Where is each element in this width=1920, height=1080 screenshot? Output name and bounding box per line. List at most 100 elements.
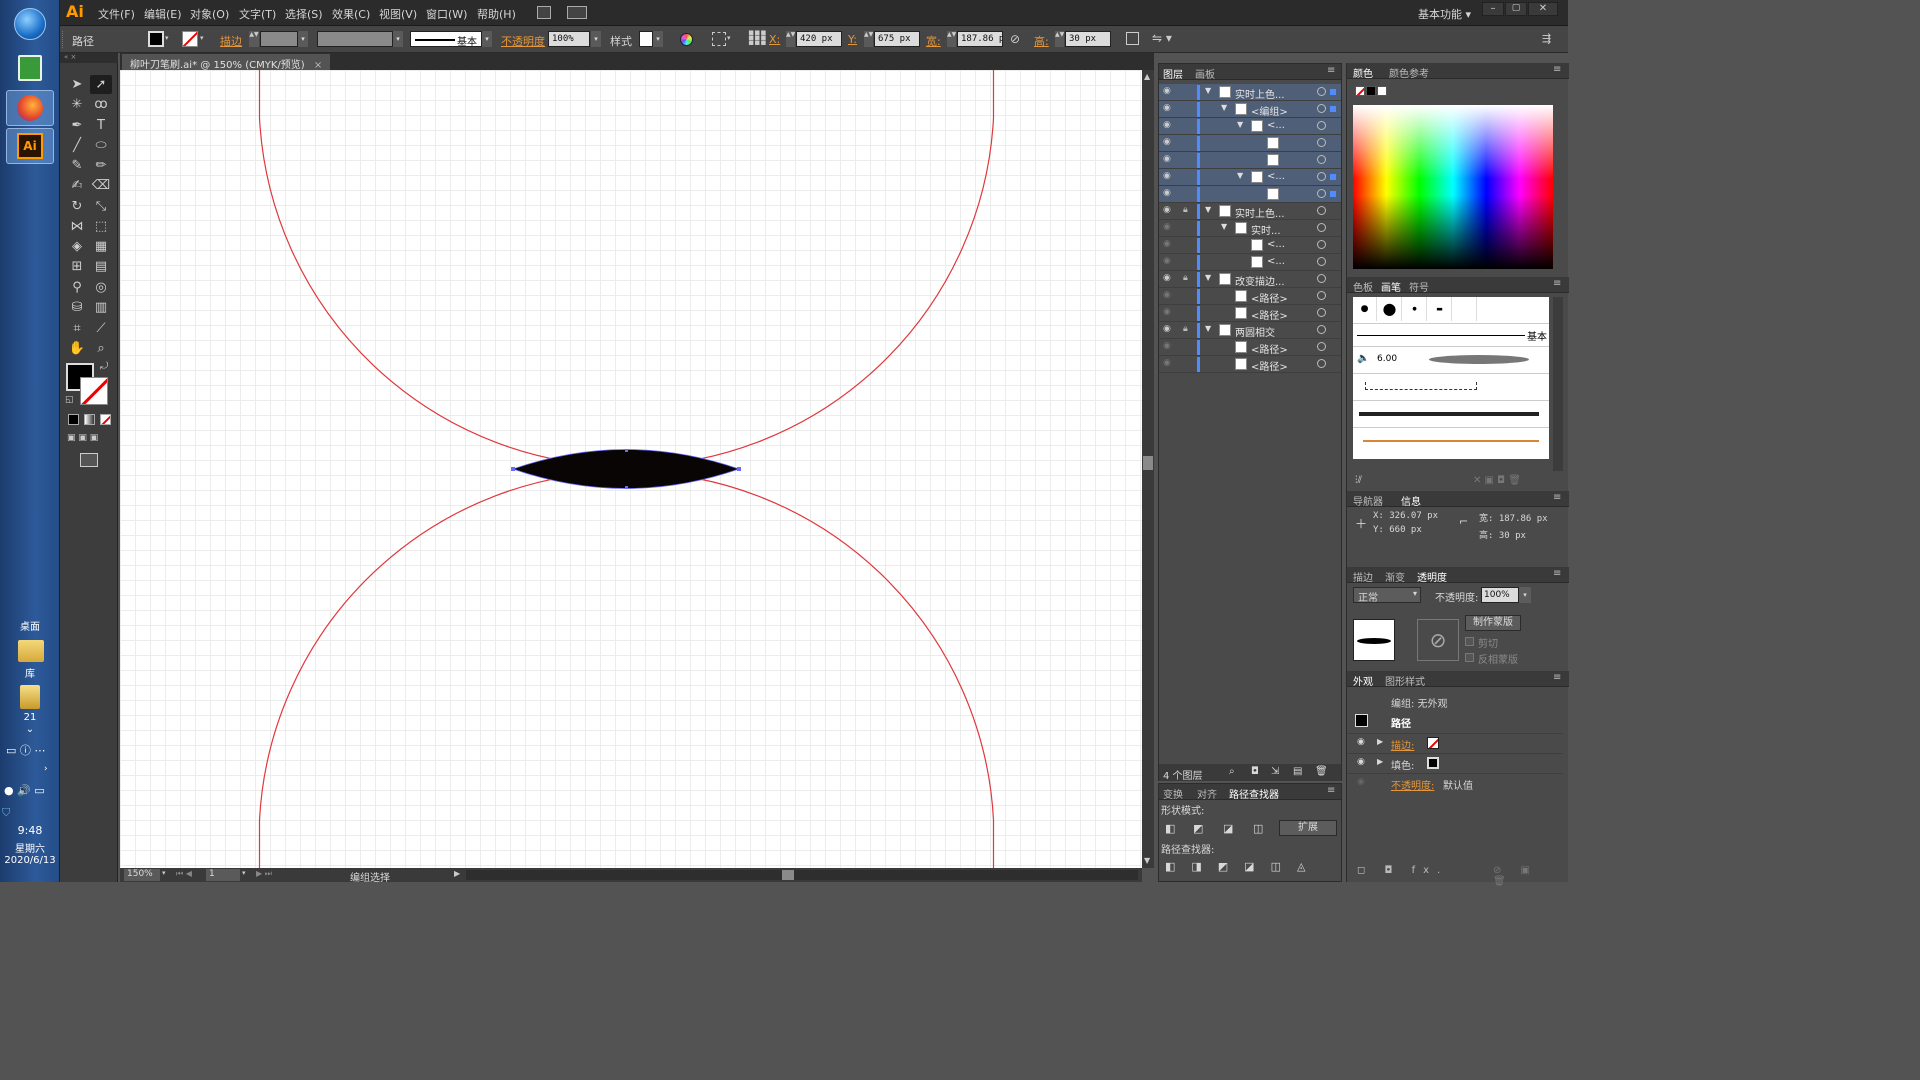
scroll-up-arrow[interactable]: ▲ [1144,72,1150,81]
layer-name[interactable]: <... [1267,171,1285,182]
transparency-panel-menu-icon[interactable]: ≡ [1553,568,1561,579]
expand-triangle-icon[interactable]: ▼ [1205,273,1211,282]
symbol-sprayer-tool-icon[interactable]: ⛁ [66,298,88,317]
menu-effect[interactable]: 效果(C) [332,6,370,22]
expand-triangle-icon[interactable]: ▼ [1205,86,1211,95]
layer-row[interactable]: ◉ ▼ 实时上色... [1159,84,1341,101]
y-stepper[interactable]: ▲▼ [864,31,873,47]
layer-name[interactable]: <路径> [1251,341,1288,356]
column-graph-tool-icon[interactable]: ▥ [90,298,112,317]
stroke-color-box[interactable] [80,377,108,405]
appearance-fill-swatch[interactable] [1427,757,1439,769]
brush-panel-menu-icon[interactable]: ≡ [1553,278,1561,289]
variable-width-profile[interactable] [317,31,393,47]
expand-triangle-icon[interactable]: ▼ [1221,222,1227,231]
tray-expand-icon[interactable]: › [44,764,48,774]
brush-dotted-row[interactable] [1353,373,1549,399]
close-button[interactable]: ✕ [1528,2,1558,16]
layer-row[interactable]: ◉ 🔒︎ ▼ 实时上色... [1159,203,1341,220]
selection-tool-icon[interactable]: ➤ [66,75,88,94]
shield-icon[interactable]: ⛉ [2,806,10,820]
lower-circle-path[interactable] [258,471,995,868]
target-circle-icon[interactable] [1317,359,1326,368]
visibility-eye-icon[interactable]: ◉ [1163,188,1171,198]
clip-checkbox[interactable] [1465,637,1474,646]
visibility-eye-icon[interactable]: ◉ [1163,205,1171,215]
screen-mode-icon[interactable] [80,453,98,467]
constrain-proportions-icon[interactable]: ⊘ [1010,32,1020,46]
minus-front-icon[interactable]: ◩ [1193,822,1203,835]
stroke-visibility-eye-icon[interactable]: ◉ [1357,737,1365,747]
opacity-dropdown[interactable]: ▾ [591,31,601,47]
taskbar-app-firefox[interactable] [6,90,54,126]
layer-row[interactable]: ◉ ▼ <... [1159,118,1341,135]
fill-visibility-eye-icon[interactable]: ◉ [1357,757,1365,767]
appearance-footer-icons[interactable]: ◻ ◘ fx. [1357,865,1448,876]
tab-artboards[interactable]: 画板 [1195,66,1215,81]
swap-fill-stroke-icon[interactable]: ⤾ [100,361,108,372]
pathfinder-menu-icon[interactable]: ≡ [1327,785,1335,796]
visibility-eye-icon[interactable]: ◉ [1163,171,1171,181]
selection-indicator[interactable] [1330,89,1336,95]
target-circle-icon[interactable] [1317,206,1326,215]
anchor-point-left[interactable] [511,467,515,471]
layer-name[interactable]: 改变描边... [1235,273,1285,288]
leaf-shape-path[interactable] [511,449,741,489]
brush-dot-oval[interactable]: ▬ [1428,297,1452,321]
blob-brush-tool-icon[interactable]: ✍ [66,176,88,195]
expand-triangle-icon[interactable]: ▼ [1205,324,1211,333]
menu-object[interactable]: 对象(O) [190,6,229,22]
tab-pathfinder[interactable]: 路径查找器 [1229,786,1279,801]
layer-name[interactable]: <编组> [1251,103,1288,118]
expand-triangle-icon[interactable]: ▼ [1237,171,1243,180]
scale-tool-icon[interactable]: ⤡ [90,197,112,216]
brush-dot-empty[interactable] [1453,297,1477,321]
white-swatch-mini[interactable] [1377,86,1387,96]
scroll-thumb[interactable] [1143,456,1153,470]
opacity-label[interactable]: 不透明度 [501,33,545,49]
start-button[interactable] [14,8,46,40]
align-dropdown-icon[interactable]: ▾ [727,34,731,42]
layer-name[interactable]: <... [1267,256,1285,267]
pathfinder-buttons[interactable]: ◧◨◩◪◫◬ [1165,860,1321,873]
gradient-tool-icon[interactable]: ▤ [90,257,112,276]
anchor-point-top[interactable] [625,449,628,452]
target-circle-icon[interactable] [1317,87,1326,96]
new-sublayer-icon[interactable]: ⇲ [1271,766,1279,777]
panel-menu-icon[interactable]: ⇶ [1542,32,1551,45]
x-field[interactable]: 420 px [796,31,842,47]
workspace-switcher[interactable]: 基本功能 ▾ [1418,6,1471,22]
hand-tool-icon[interactable]: ✋ [66,339,88,358]
brush-calligraphic-row[interactable]: 🔈 6.00 [1353,346,1549,372]
visibility-eye-icon[interactable]: ◉ [1163,273,1171,283]
menu-help[interactable]: 帮助(H) [477,6,516,22]
lasso-tool-icon[interactable]: ꝏ [90,95,112,114]
horizontal-scrollbar[interactable] [466,870,1138,880]
delete-layer-icon[interactable]: 🗑 [1315,766,1328,777]
target-circle-icon[interactable] [1317,342,1326,351]
brush-definition[interactable]: 基本 [410,31,482,48]
appearance-stroke-swatch[interactable] [1427,737,1439,749]
line-tool-icon[interactable]: ╱ [66,136,88,155]
desktop-label[interactable]: 桌面 [0,618,60,633]
expand-button[interactable]: 扩展 [1279,820,1337,836]
magic-wand-tool-icon[interactable]: ✳ [66,95,88,114]
object-thumbnail[interactable] [1353,619,1395,661]
layer-name[interactable]: <路径> [1251,307,1288,322]
stroke-swatch[interactable] [182,31,198,47]
fill-expand-icon[interactable]: ▶ [1377,757,1383,766]
minimize-button[interactable]: – [1482,2,1504,16]
scroll-down-arrow[interactable]: ▼ [1144,856,1150,865]
transparency-opacity-dropdown[interactable]: ▾ [1519,587,1531,603]
visibility-eye-icon[interactable]: ◉ [1163,120,1171,130]
brush-dropdown[interactable]: ▾ [482,31,492,47]
layer-row[interactable]: ◉ <路径> [1159,288,1341,305]
reference-point-icon[interactable]: ▪▪▪ ▪▪▪ ▪▪▪ [748,29,766,48]
align-to-icon[interactable] [712,32,726,46]
color-panel-menu-icon[interactable]: ≡ [1553,64,1561,75]
x-stepper[interactable]: ▲▼ [786,31,795,47]
tab-info[interactable]: 信息 [1401,493,1421,508]
tab-navigator[interactable]: 导航器 [1353,493,1383,508]
stroke-weight-field[interactable] [260,31,298,47]
expand-triangle-icon[interactable]: ▼ [1205,205,1211,214]
